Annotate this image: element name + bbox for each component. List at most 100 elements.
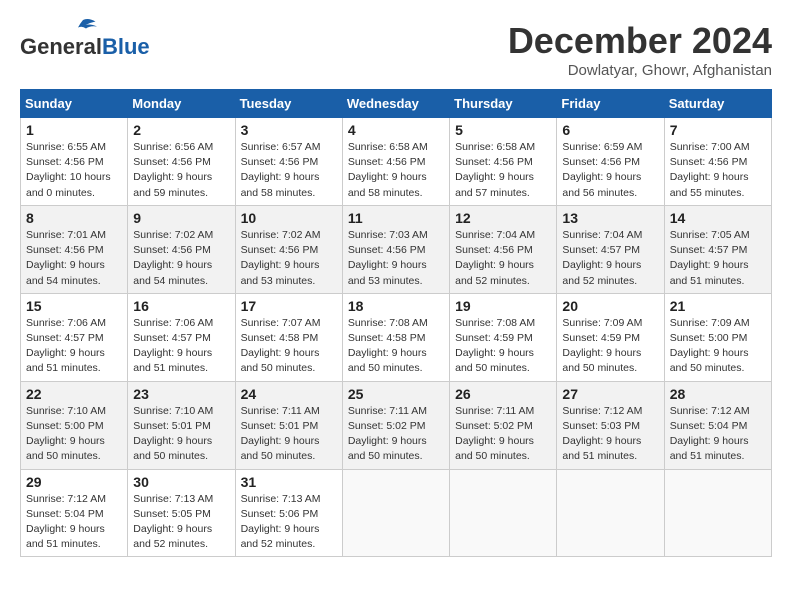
day-info: Sunrise: 6:59 AMSunset: 4:56 PMDaylight:… [562, 141, 642, 199]
day-cell [342, 469, 449, 557]
day-cell: 4 Sunrise: 6:58 AMSunset: 4:56 PMDayligh… [342, 118, 449, 206]
day-number: 21 [670, 298, 766, 314]
day-cell: 16 Sunrise: 7:06 AMSunset: 4:57 PMDaylig… [128, 293, 235, 381]
day-info: Sunrise: 7:11 AMSunset: 5:02 PMDaylight:… [455, 405, 534, 463]
day-number: 28 [670, 386, 766, 402]
day-cell: 12 Sunrise: 7:04 AMSunset: 4:56 PMDaylig… [450, 205, 557, 293]
weekday-tuesday: Tuesday [235, 90, 342, 118]
weekday-monday: Monday [128, 90, 235, 118]
day-cell: 21 Sunrise: 7:09 AMSunset: 5:00 PMDaylig… [664, 293, 771, 381]
day-number: 4 [348, 122, 444, 138]
day-number: 18 [348, 298, 444, 314]
day-number: 30 [133, 474, 229, 490]
weekday-thursday: Thursday [450, 90, 557, 118]
week-row-1: 1 Sunrise: 6:55 AMSunset: 4:56 PMDayligh… [21, 118, 772, 206]
day-info: Sunrise: 7:11 AMSunset: 5:01 PMDaylight:… [241, 405, 320, 463]
day-cell: 17 Sunrise: 7:07 AMSunset: 4:58 PMDaylig… [235, 293, 342, 381]
day-cell: 14 Sunrise: 7:05 AMSunset: 4:57 PMDaylig… [664, 205, 771, 293]
calendar-table: SundayMondayTuesdayWednesdayThursdayFrid… [20, 89, 772, 557]
day-info: Sunrise: 7:09 AMSunset: 4:59 PMDaylight:… [562, 317, 642, 375]
day-number: 6 [562, 122, 658, 138]
page-header: General Blue December 2024 Dowlatyar, Gh… [20, 20, 772, 79]
day-cell: 5 Sunrise: 6:58 AMSunset: 4:56 PMDayligh… [450, 118, 557, 206]
day-cell: 18 Sunrise: 7:08 AMSunset: 4:58 PMDaylig… [342, 293, 449, 381]
day-cell: 1 Sunrise: 6:55 AMSunset: 4:56 PMDayligh… [21, 118, 128, 206]
day-number: 13 [562, 210, 658, 226]
day-info: Sunrise: 7:09 AMSunset: 5:00 PMDaylight:… [670, 317, 750, 375]
day-info: Sunrise: 7:12 AMSunset: 5:04 PMDaylight:… [670, 405, 750, 463]
day-info: Sunrise: 6:55 AMSunset: 4:56 PMDaylight:… [26, 141, 111, 199]
day-number: 22 [26, 386, 122, 402]
day-info: Sunrise: 7:04 AMSunset: 4:56 PMDaylight:… [455, 229, 535, 287]
day-cell: 30 Sunrise: 7:13 AMSunset: 5:05 PMDaylig… [128, 469, 235, 557]
logo: General Blue [20, 20, 150, 60]
day-number: 10 [241, 210, 337, 226]
day-cell: 13 Sunrise: 7:04 AMSunset: 4:57 PMDaylig… [557, 205, 664, 293]
day-cell: 11 Sunrise: 7:03 AMSunset: 4:56 PMDaylig… [342, 205, 449, 293]
day-cell: 15 Sunrise: 7:06 AMSunset: 4:57 PMDaylig… [21, 293, 128, 381]
day-info: Sunrise: 7:10 AMSunset: 5:01 PMDaylight:… [133, 405, 213, 463]
day-info: Sunrise: 7:03 AMSunset: 4:56 PMDaylight:… [348, 229, 428, 287]
day-info: Sunrise: 7:11 AMSunset: 5:02 PMDaylight:… [348, 405, 427, 463]
day-number: 9 [133, 210, 229, 226]
day-number: 11 [348, 210, 444, 226]
day-cell [450, 469, 557, 557]
day-info: Sunrise: 7:01 AMSunset: 4:56 PMDaylight:… [26, 229, 106, 287]
day-number: 25 [348, 386, 444, 402]
day-number: 24 [241, 386, 337, 402]
day-number: 29 [26, 474, 122, 490]
logo-general: General [20, 34, 102, 60]
title-area: December 2024 Dowlatyar, Ghowr, Afghanis… [508, 20, 772, 79]
day-cell: 27 Sunrise: 7:12 AMSunset: 5:03 PMDaylig… [557, 381, 664, 469]
weekday-header-row: SundayMondayTuesdayWednesdayThursdayFrid… [21, 90, 772, 118]
day-info: Sunrise: 7:07 AMSunset: 4:58 PMDaylight:… [241, 317, 321, 375]
day-number: 2 [133, 122, 229, 138]
location-title: Dowlatyar, Ghowr, Afghanistan [508, 62, 772, 79]
day-cell: 8 Sunrise: 7:01 AMSunset: 4:56 PMDayligh… [21, 205, 128, 293]
day-info: Sunrise: 6:58 AMSunset: 4:56 PMDaylight:… [455, 141, 535, 199]
day-info: Sunrise: 7:02 AMSunset: 4:56 PMDaylight:… [241, 229, 321, 287]
day-number: 8 [26, 210, 122, 226]
day-number: 27 [562, 386, 658, 402]
day-info: Sunrise: 7:00 AMSunset: 4:56 PMDaylight:… [670, 141, 750, 199]
month-title: December 2024 [508, 20, 772, 62]
logo-blue: Blue [102, 34, 150, 60]
day-number: 5 [455, 122, 551, 138]
day-info: Sunrise: 7:04 AMSunset: 4:57 PMDaylight:… [562, 229, 642, 287]
day-info: Sunrise: 7:12 AMSunset: 5:04 PMDaylight:… [26, 493, 106, 551]
day-info: Sunrise: 7:05 AMSunset: 4:57 PMDaylight:… [670, 229, 750, 287]
day-info: Sunrise: 7:08 AMSunset: 4:58 PMDaylight:… [348, 317, 428, 375]
calendar-body: 1 Sunrise: 6:55 AMSunset: 4:56 PMDayligh… [21, 118, 772, 557]
weekday-friday: Friday [557, 90, 664, 118]
week-row-4: 22 Sunrise: 7:10 AMSunset: 5:00 PMDaylig… [21, 381, 772, 469]
day-number: 3 [241, 122, 337, 138]
day-info: Sunrise: 7:10 AMSunset: 5:00 PMDaylight:… [26, 405, 106, 463]
day-cell [664, 469, 771, 557]
day-cell: 22 Sunrise: 7:10 AMSunset: 5:00 PMDaylig… [21, 381, 128, 469]
day-info: Sunrise: 7:02 AMSunset: 4:56 PMDaylight:… [133, 229, 213, 287]
day-cell: 6 Sunrise: 6:59 AMSunset: 4:56 PMDayligh… [557, 118, 664, 206]
day-cell: 29 Sunrise: 7:12 AMSunset: 5:04 PMDaylig… [21, 469, 128, 557]
day-cell: 9 Sunrise: 7:02 AMSunset: 4:56 PMDayligh… [128, 205, 235, 293]
week-row-5: 29 Sunrise: 7:12 AMSunset: 5:04 PMDaylig… [21, 469, 772, 557]
week-row-3: 15 Sunrise: 7:06 AMSunset: 4:57 PMDaylig… [21, 293, 772, 381]
day-info: Sunrise: 7:13 AMSunset: 5:06 PMDaylight:… [241, 493, 321, 551]
week-row-2: 8 Sunrise: 7:01 AMSunset: 4:56 PMDayligh… [21, 205, 772, 293]
day-number: 19 [455, 298, 551, 314]
day-number: 1 [26, 122, 122, 138]
day-cell: 24 Sunrise: 7:11 AMSunset: 5:01 PMDaylig… [235, 381, 342, 469]
weekday-saturday: Saturday [664, 90, 771, 118]
day-cell: 23 Sunrise: 7:10 AMSunset: 5:01 PMDaylig… [128, 381, 235, 469]
day-number: 14 [670, 210, 766, 226]
day-number: 12 [455, 210, 551, 226]
day-number: 16 [133, 298, 229, 314]
day-info: Sunrise: 7:12 AMSunset: 5:03 PMDaylight:… [562, 405, 642, 463]
day-info: Sunrise: 6:58 AMSunset: 4:56 PMDaylight:… [348, 141, 428, 199]
weekday-wednesday: Wednesday [342, 90, 449, 118]
day-cell: 28 Sunrise: 7:12 AMSunset: 5:04 PMDaylig… [664, 381, 771, 469]
day-cell: 25 Sunrise: 7:11 AMSunset: 5:02 PMDaylig… [342, 381, 449, 469]
day-cell: 10 Sunrise: 7:02 AMSunset: 4:56 PMDaylig… [235, 205, 342, 293]
logo-bird-icon [68, 16, 98, 34]
day-info: Sunrise: 7:06 AMSunset: 4:57 PMDaylight:… [26, 317, 106, 375]
day-number: 20 [562, 298, 658, 314]
